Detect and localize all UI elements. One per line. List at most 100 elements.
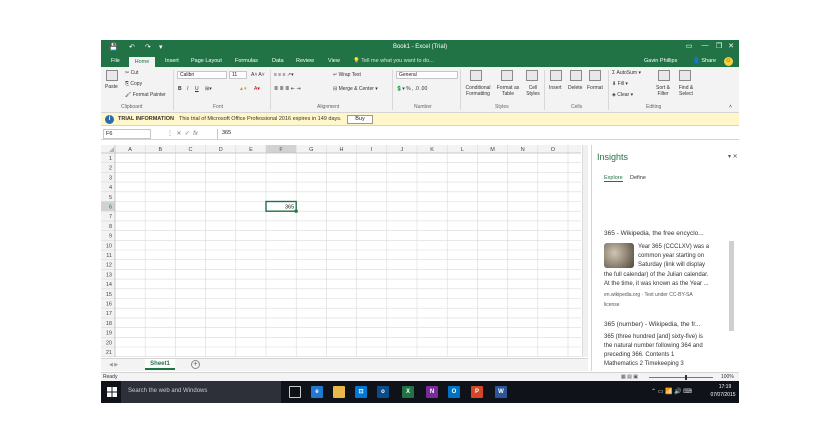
grid-canvas[interactable]: ABCDEFGHIJKLMNOP123456789101112131415161…	[101, 145, 581, 357]
word-icon[interactable]: W	[495, 386, 507, 398]
view-normal-icon[interactable]: ▦ ▤ ▣	[621, 374, 638, 380]
row-header-10[interactable]: 10	[106, 243, 112, 249]
tell-me-search[interactable]: 💡 Tell me what you want to do...	[353, 58, 434, 64]
name-box[interactable]: F6	[103, 129, 151, 139]
row-header-13[interactable]: 13	[106, 272, 112, 278]
find-select-button[interactable]: Find & Select	[675, 85, 697, 97]
fill-handle[interactable]	[294, 209, 298, 213]
worksheet-grid[interactable]: ABCDEFGHIJKLMNOP123456789101112131415161…	[101, 145, 581, 357]
tab-home[interactable]: Home	[129, 57, 155, 67]
row-header-19[interactable]: 19	[106, 331, 112, 337]
row-header-15[interactable]: 15	[106, 292, 112, 298]
cut-button[interactable]: ✂ Cut	[125, 70, 138, 76]
column-header-e[interactable]: E	[249, 147, 253, 153]
row-header-14[interactable]: 14	[106, 282, 112, 288]
zoom-level[interactable]: 100%	[721, 374, 734, 380]
column-header-b[interactable]: B	[158, 147, 162, 153]
row-header-11[interactable]: 11	[106, 253, 112, 259]
outlook-icon[interactable]: o	[377, 386, 389, 398]
system-tray-icons[interactable]: ⌃ ▭ 📶 🔊 ⌨	[651, 388, 692, 395]
format-cells-button[interactable]: Format	[587, 85, 603, 91]
cell-styles-icon[interactable]	[526, 70, 538, 81]
license-link[interactable]: license	[604, 302, 620, 308]
paste-button[interactable]: Paste	[105, 84, 118, 90]
clear-button[interactable]: ◈ Clear ▾	[612, 92, 633, 98]
copy-button[interactable]: ⎘ Copy	[125, 81, 142, 87]
autosum-button[interactable]: Σ AutoSum ▾	[612, 70, 641, 76]
excel-taskbar-icon[interactable]: X	[402, 386, 414, 398]
onenote-icon[interactable]: N	[426, 386, 438, 398]
wrap-text-button[interactable]: ↵ Wrap Text	[333, 72, 361, 78]
ribbon-display-icon[interactable]: ▭	[681, 42, 697, 50]
tab-review[interactable]: Review	[296, 58, 314, 64]
result-title[interactable]: 365 (number) - Wikipedia, the fr...	[604, 321, 700, 328]
tab-explore[interactable]: Explore	[604, 175, 623, 182]
column-header-j[interactable]: J	[401, 147, 404, 153]
row-header-6[interactable]: 6	[109, 205, 112, 211]
windows-start-icon[interactable]	[107, 387, 117, 397]
feedback-smiley-icon[interactable]: ☺	[724, 57, 733, 66]
column-header-a[interactable]: A	[128, 147, 132, 153]
row-header-9[interactable]: 9	[109, 234, 112, 240]
sort-filter-icon[interactable]	[658, 70, 670, 81]
align-left-icon[interactable]: ≣ ≣ ≣ ⇤ ⇥	[274, 86, 301, 92]
row-header-16[interactable]: 16	[106, 302, 112, 308]
tab-page-layout[interactable]: Page Layout	[191, 58, 222, 64]
conditional-formatting-button[interactable]: Conditional Formatting	[463, 85, 493, 97]
font-name-select[interactable]: Calibri	[177, 71, 227, 79]
row-header-3[interactable]: 3	[109, 175, 112, 181]
tab-insert[interactable]: Insert	[165, 58, 179, 64]
row-header-7[interactable]: 7	[109, 214, 112, 220]
clock-date[interactable]: 07/07/2015	[707, 392, 739, 398]
tab-define[interactable]: Define	[630, 175, 646, 181]
paste-icon[interactable]	[106, 70, 118, 81]
fx-icon[interactable]: ⋮ ✕ ✓ fx	[167, 130, 198, 137]
clock-time[interactable]: 17:19	[713, 384, 737, 390]
row-header-8[interactable]: 8	[109, 224, 112, 230]
font-size-select[interactable]: 11	[229, 71, 247, 79]
outlook-app-icon[interactable]: O	[448, 386, 460, 398]
task-view-icon[interactable]	[289, 386, 301, 398]
row-header-20[interactable]: 20	[106, 340, 112, 346]
add-sheet-icon[interactable]: +	[191, 360, 200, 369]
edge-icon[interactable]: e	[311, 386, 323, 398]
fill-color-icon[interactable]: ▲▾	[239, 86, 246, 92]
row-header-12[interactable]: 12	[106, 263, 112, 269]
column-header-n[interactable]: N	[521, 147, 525, 153]
tab-view[interactable]: View	[328, 58, 340, 64]
format-cells-icon[interactable]	[589, 70, 601, 81]
conditional-formatting-icon[interactable]	[470, 70, 482, 81]
align-top-icon[interactable]: ≡ ≡ ≡ ↗▾	[274, 72, 294, 78]
buy-button[interactable]: Buy	[347, 115, 373, 124]
delete-cells-icon[interactable]	[570, 70, 582, 81]
column-header-o[interactable]: O	[551, 147, 556, 153]
font-color-icon[interactable]: A▾	[254, 86, 260, 92]
format-as-table-button[interactable]: Format as Table	[495, 85, 521, 97]
bold-button[interactable]: B	[178, 86, 182, 92]
column-header-m[interactable]: M	[490, 147, 495, 153]
row-header-17[interactable]: 17	[106, 311, 112, 317]
zoom-thumb[interactable]	[685, 375, 687, 380]
column-header-c[interactable]: C	[189, 147, 193, 153]
row-header-5[interactable]: 5	[109, 195, 112, 201]
row-header-4[interactable]: 4	[109, 185, 112, 191]
insert-cells-icon[interactable]	[550, 70, 562, 81]
fill-button[interactable]: ⬇ Fill ▾	[612, 81, 628, 87]
pane-options-icon[interactable]: ▾ ✕	[728, 153, 738, 160]
underline-button[interactable]: U	[195, 86, 199, 92]
tab-formulas[interactable]: Formulas	[235, 58, 258, 64]
column-header-h[interactable]: H	[340, 147, 344, 153]
find-select-icon[interactable]	[679, 70, 691, 81]
column-header-g[interactable]: G	[309, 147, 313, 153]
insert-cells-button[interactable]: Insert	[549, 85, 562, 91]
cell-styles-button[interactable]: Cell Styles	[524, 85, 542, 97]
grow-font-icon[interactable]: A˄ A˅	[251, 72, 265, 78]
close-button[interactable]: ✕	[723, 42, 739, 50]
user-name[interactable]: Gavin Phillips	[644, 58, 677, 64]
row-header-1[interactable]: 1	[109, 156, 112, 162]
sort-filter-button[interactable]: Sort & Filter	[653, 85, 673, 97]
accounting-format-icon[interactable]: 💲▾ % , .0 .00	[396, 86, 427, 92]
sheet-nav-icon[interactable]: ◀ ▶	[109, 362, 118, 368]
format-painter-button[interactable]: 🖌 Format Painter	[125, 92, 166, 98]
number-format-select[interactable]: General	[396, 71, 458, 79]
